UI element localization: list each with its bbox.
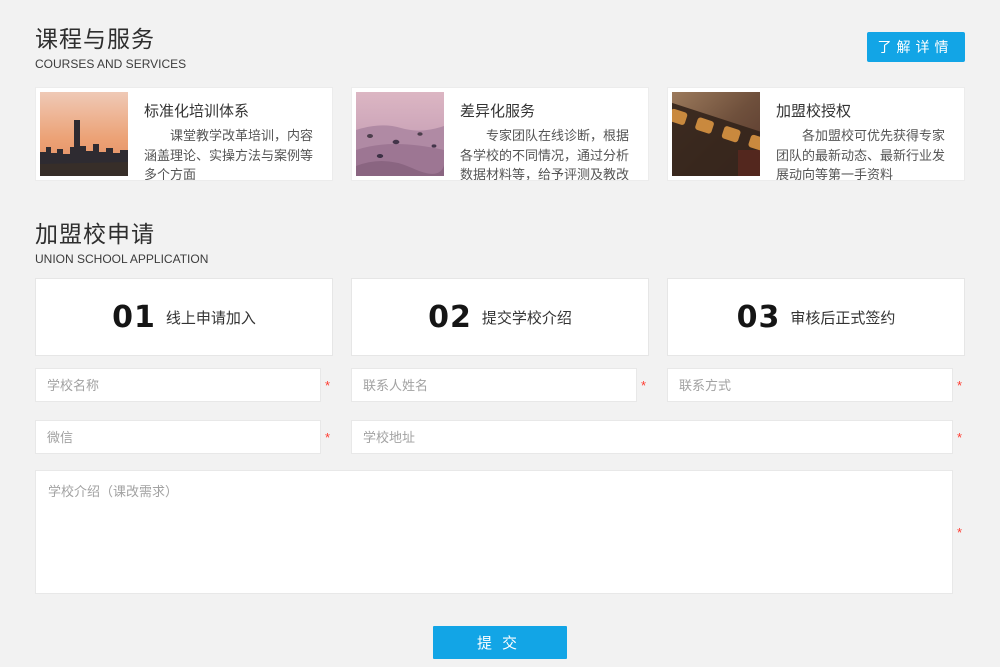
service-card-training: 标准化培训体系 课堂教学改革培训，内容涵盖理论、实操方法与案例等多个方面 — [35, 87, 333, 181]
school-address-input[interactable] — [351, 420, 953, 454]
card-title: 差异化服务 — [460, 100, 632, 121]
service-cards: 标准化培训体系 课堂教学改革培训，内容涵盖理论、实操方法与案例等多个方面 — [35, 87, 965, 181]
contact-method-input[interactable] — [667, 368, 953, 402]
form-field: * — [35, 420, 333, 454]
courses-section-title: 课程与服务 — [35, 20, 965, 54]
city-skyline-sunset-image — [40, 92, 128, 176]
card-text: 标准化培训体系 课堂教学改革培训，内容涵盖理论、实操方法与案例等多个方面 — [128, 92, 328, 176]
card-description: 各加盟校可优先获得专家团队的最新动态、最新行业发展动向等第一手资料 — [776, 126, 948, 181]
submit-row: 提交 — [35, 626, 965, 659]
courses-section-header: 课程与服务 COURSES AND SERVICES 了解详情 — [35, 20, 965, 71]
service-card-differentiated: 差异化服务 专家团队在线诊断，根据各学校的不同情况，通过分析数据材料等，给予评测… — [351, 87, 649, 181]
card-text: 差异化服务 专家团队在线诊断，根据各学校的不同情况，通过分析数据材料等，给予评测… — [444, 92, 644, 176]
step-sign-contract: 03 审核后正式签约 — [667, 278, 965, 356]
application-steps: 01 线上申请加入 02 提交学校介绍 03 审核后正式签约 — [35, 278, 965, 356]
required-mark: * — [957, 378, 965, 393]
card-title: 标准化培训体系 — [144, 100, 316, 121]
form-field: * — [351, 420, 965, 454]
contact-name-input[interactable] — [351, 368, 637, 402]
application-form: * * * * * — [35, 368, 965, 454]
card-text: 加盟校授权 各加盟校可优先获得专家团队的最新动态、最新行业发展动向等第一手资料 — [760, 92, 960, 176]
form-field: * — [667, 368, 965, 402]
card-description: 专家团队在线诊断，根据各学校的不同情况，通过分析数据材料等，给予评测及教改意见 — [460, 126, 632, 181]
school-intro-row: * — [35, 470, 965, 594]
step-label: 提交学校介绍 — [482, 307, 572, 328]
card-title: 加盟校授权 — [776, 100, 948, 121]
form-field: * — [351, 368, 649, 402]
step-number: 03 — [737, 300, 781, 335]
step-number: 01 — [112, 300, 156, 335]
film-strip-image — [672, 92, 760, 176]
application-section-subtitle: UNION SCHOOL APPLICATION — [35, 252, 965, 266]
wechat-input[interactable] — [35, 420, 321, 454]
learn-more-button[interactable]: 了解详情 — [867, 32, 965, 62]
required-mark: * — [325, 430, 333, 445]
submit-button[interactable]: 提交 — [433, 626, 567, 659]
required-mark: * — [325, 378, 333, 393]
application-section-header: 加盟校申请 UNION SCHOOL APPLICATION — [35, 215, 965, 266]
step-apply-online: 01 线上申请加入 — [35, 278, 333, 356]
desert-dusk-image — [356, 92, 444, 176]
step-label: 审核后正式签约 — [790, 307, 895, 328]
application-section: 加盟校申请 UNION SCHOOL APPLICATION 01 线上申请加入… — [35, 215, 965, 659]
card-description: 课堂教学改革培训，内容涵盖理论、实操方法与案例等多个方面 — [144, 126, 316, 181]
required-mark: * — [957, 525, 965, 540]
step-label: 线上申请加入 — [166, 307, 256, 328]
school-name-input[interactable] — [35, 368, 321, 402]
courses-section-subtitle: COURSES AND SERVICES — [35, 57, 965, 71]
required-mark: * — [957, 430, 965, 445]
school-intro-textarea[interactable] — [35, 470, 953, 594]
form-field: * — [35, 368, 333, 402]
step-number: 02 — [428, 300, 472, 335]
required-mark: * — [641, 378, 649, 393]
step-submit-intro: 02 提交学校介绍 — [351, 278, 649, 356]
application-section-title: 加盟校申请 — [35, 215, 965, 249]
page-container: 课程与服务 COURSES AND SERVICES 了解详情 标准化培训体系 — [35, 0, 965, 659]
service-card-authorization: 加盟校授权 各加盟校可优先获得专家团队的最新动态、最新行业发展动向等第一手资料 — [667, 87, 965, 181]
